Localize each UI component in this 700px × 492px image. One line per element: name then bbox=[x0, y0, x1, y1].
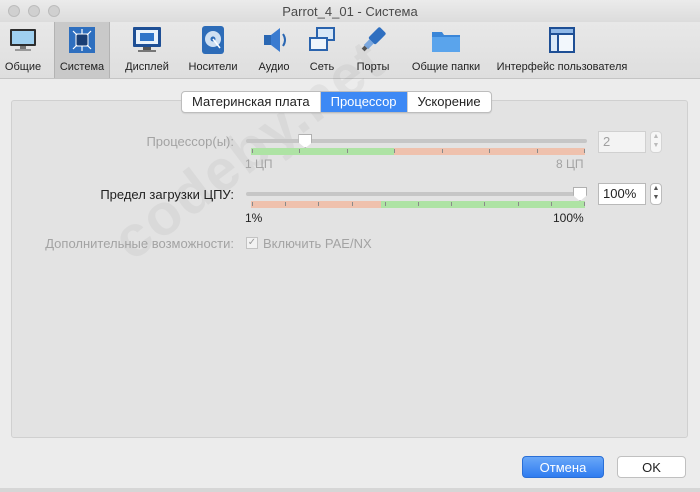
cpu-limit-slider-track[interactable] bbox=[246, 192, 587, 196]
processor-count-stepper[interactable]: ▲ ▼ bbox=[650, 131, 662, 153]
storage-disk-icon bbox=[202, 26, 224, 54]
slider-tick bbox=[584, 149, 585, 153]
stepper-down-icon[interactable]: ▼ bbox=[653, 142, 660, 149]
cpu-limit-min-label: 1% bbox=[245, 211, 263, 225]
slider-tick bbox=[517, 202, 519, 206]
cpu-limit-field[interactable]: 100% bbox=[598, 183, 646, 205]
toolbar-item-system[interactable]: Система bbox=[54, 22, 110, 78]
processor-count-field[interactable]: 2 bbox=[598, 131, 646, 153]
slider-tick bbox=[299, 149, 301, 153]
tab-processor[interactable]: Процессор bbox=[320, 92, 408, 112]
stepper-up-icon[interactable]: ▲ bbox=[653, 133, 660, 140]
cpu-limit-stepper[interactable]: ▲ ▼ bbox=[650, 183, 662, 205]
extended-features-label: Дополнительные возможности: bbox=[45, 236, 234, 251]
processor-label: Процессор(ы): bbox=[146, 134, 234, 149]
toolbar-item-display[interactable]: Дисплей bbox=[120, 22, 174, 78]
slider-tick bbox=[418, 202, 419, 206]
processor-max-label: 8 ЦП bbox=[556, 157, 584, 171]
slider-tick bbox=[346, 149, 348, 153]
slider-tick bbox=[384, 202, 386, 206]
display-icon bbox=[133, 27, 161, 52]
slider-tick bbox=[318, 202, 320, 206]
processor-min-label: 1 ЦП bbox=[245, 157, 273, 171]
system-chip-icon bbox=[69, 27, 95, 53]
slider-tick bbox=[252, 202, 253, 206]
slider-tick bbox=[252, 149, 253, 153]
slider-tick bbox=[536, 149, 538, 153]
cpu-limit-zone-low bbox=[251, 201, 381, 208]
slider-tick bbox=[489, 149, 491, 153]
cpu-limit-label: Предел загрузки ЦПУ: bbox=[100, 187, 234, 202]
stepper-up-icon[interactable]: ▲ bbox=[653, 185, 660, 192]
slider-tick bbox=[451, 202, 453, 206]
checkmark-icon: ✓ bbox=[247, 237, 257, 248]
system-tabs: Материнская плата Процессор Ускорение bbox=[181, 91, 492, 113]
toolbar-item-audio[interactable]: Аудио bbox=[252, 22, 296, 78]
window-bottom-edge bbox=[0, 488, 700, 492]
stepper-down-icon[interactable]: ▼ bbox=[653, 194, 660, 201]
toolbar-item-shared-folders[interactable]: Общие папки bbox=[404, 22, 488, 78]
tab-motherboard[interactable]: Материнская плата bbox=[182, 92, 321, 112]
slider-tick bbox=[584, 202, 585, 206]
slider-tick bbox=[351, 202, 353, 206]
general-monitor-icon bbox=[10, 29, 36, 51]
toolbar-item-user-interface[interactable]: Интерфейс пользователя bbox=[494, 22, 630, 78]
cpu-limit-zone-ok bbox=[381, 201, 585, 208]
audio-speaker-icon bbox=[264, 28, 286, 52]
cpu-limit-max-label: 100% bbox=[553, 211, 584, 225]
pae-nx-checkbox-label[interactable]: Включить PAE/NX bbox=[263, 236, 372, 251]
title-bar: Parrot_4_01 - Система bbox=[0, 0, 700, 23]
processor-slider-track[interactable] bbox=[246, 139, 587, 143]
shared-folder-icon bbox=[432, 32, 460, 52]
toolbar-item-general[interactable]: Общие bbox=[2, 22, 44, 78]
cancel-button[interactable]: Отмена bbox=[522, 456, 604, 478]
processor-zone-recommended bbox=[251, 148, 394, 155]
slider-tick bbox=[484, 202, 486, 206]
tab-acceleration[interactable]: Ускорение bbox=[408, 92, 491, 112]
window-title: Parrot_4_01 - Система bbox=[282, 4, 418, 19]
ok-button[interactable]: OK bbox=[617, 456, 686, 478]
slider-tick bbox=[394, 149, 396, 153]
user-interface-icon bbox=[549, 27, 575, 53]
toolbar-item-storage[interactable]: Носители bbox=[184, 22, 242, 78]
slider-tick bbox=[441, 149, 443, 153]
pae-nx-checkbox[interactable]: ✓ bbox=[246, 237, 258, 249]
slider-tick bbox=[550, 202, 552, 206]
slider-tick bbox=[285, 202, 287, 206]
